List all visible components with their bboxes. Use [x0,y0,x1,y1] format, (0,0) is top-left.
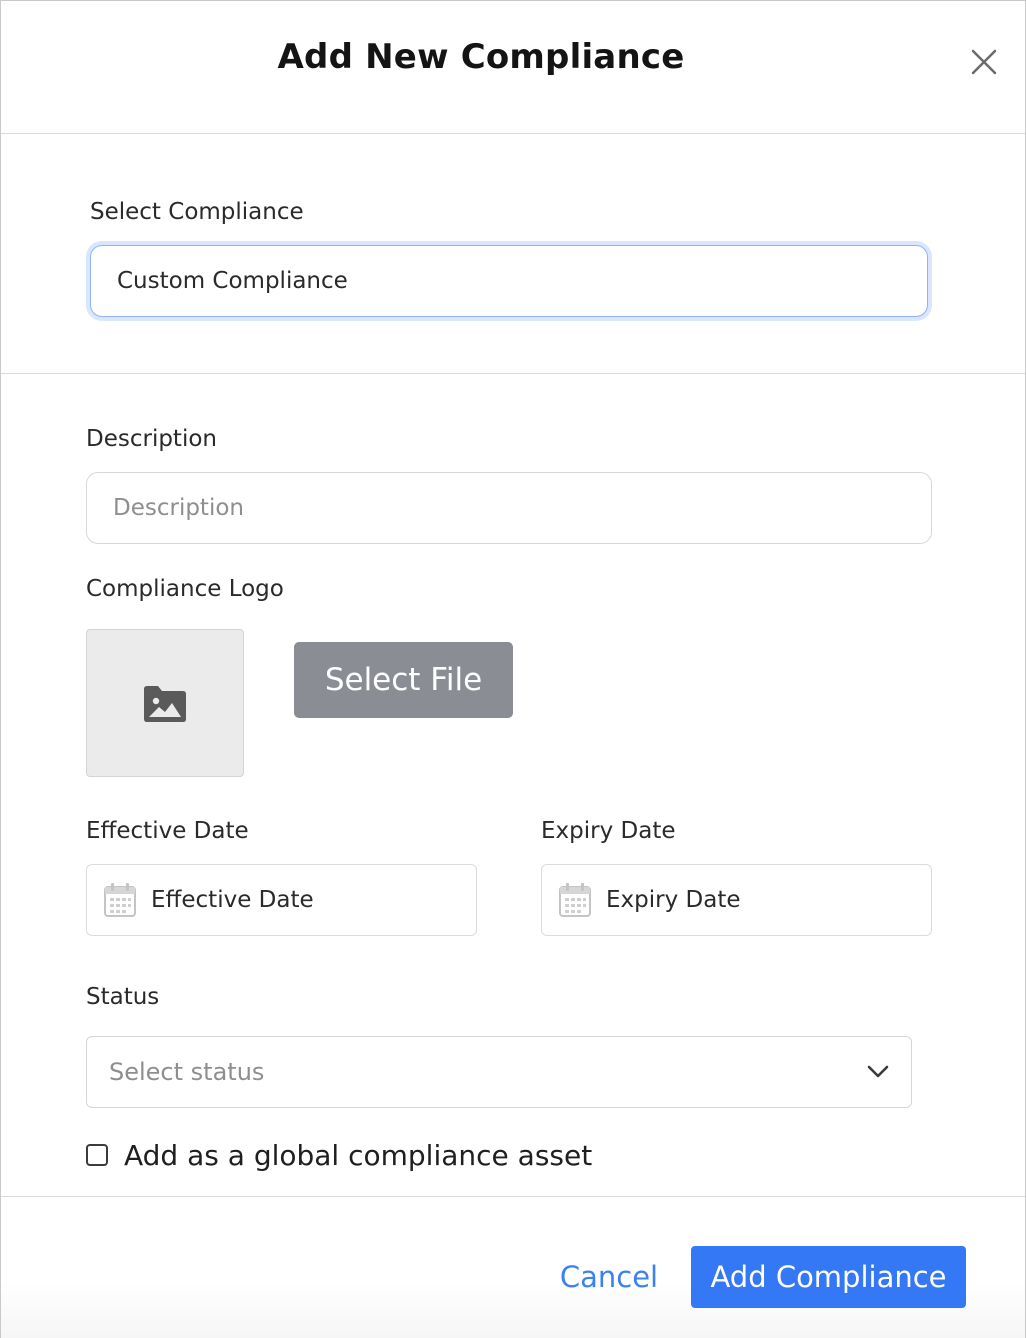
chevron-down-icon [867,1065,889,1078]
global-asset-label[interactable]: Add as a global compliance asset [124,1139,592,1172]
calendar-icon [559,883,591,917]
expiry-date-label: Expiry Date [541,818,676,844]
description-input[interactable]: Description [86,472,932,544]
status-placeholder: Select status [109,1058,265,1086]
effective-date-input[interactable]: Effective Date [86,864,477,936]
effective-date-placeholder: Effective Date [151,887,314,913]
logo-preview [86,629,244,777]
global-asset-row: Add as a global compliance asset [86,1135,592,1175]
add-compliance-button[interactable]: Add Compliance [691,1246,966,1308]
select-compliance-input[interactable]: Custom Compliance [90,245,928,317]
image-folder-icon [144,686,186,722]
status-label: Status [86,984,160,1010]
select-compliance-value: Custom Compliance [117,268,348,294]
select-compliance-section: Select Compliance Custom Compliance [1,134,1025,374]
status-select[interactable]: Select status [86,1036,912,1108]
expiry-date-placeholder: Expiry Date [606,887,741,913]
calendar-icon [104,883,136,917]
expiry-date-input[interactable]: Expiry Date [541,864,932,936]
description-label: Description [86,426,217,452]
modal-footer: Cancel Add Compliance [1,1196,1025,1338]
close-icon[interactable] [965,43,1003,81]
modal-header: Add New Compliance [1,1,1025,134]
modal-title: Add New Compliance [277,37,685,77]
global-asset-checkbox[interactable] [86,1144,108,1166]
select-compliance-label: Select Compliance [90,199,304,225]
description-placeholder: Description [113,495,244,521]
select-file-button[interactable]: Select File [294,642,513,718]
effective-date-label: Effective Date [86,818,249,844]
compliance-logo-label: Compliance Logo [86,576,284,602]
add-compliance-modal: Add New Compliance Select Compliance Cus… [0,0,1026,1338]
cancel-button[interactable]: Cancel [546,1249,672,1305]
